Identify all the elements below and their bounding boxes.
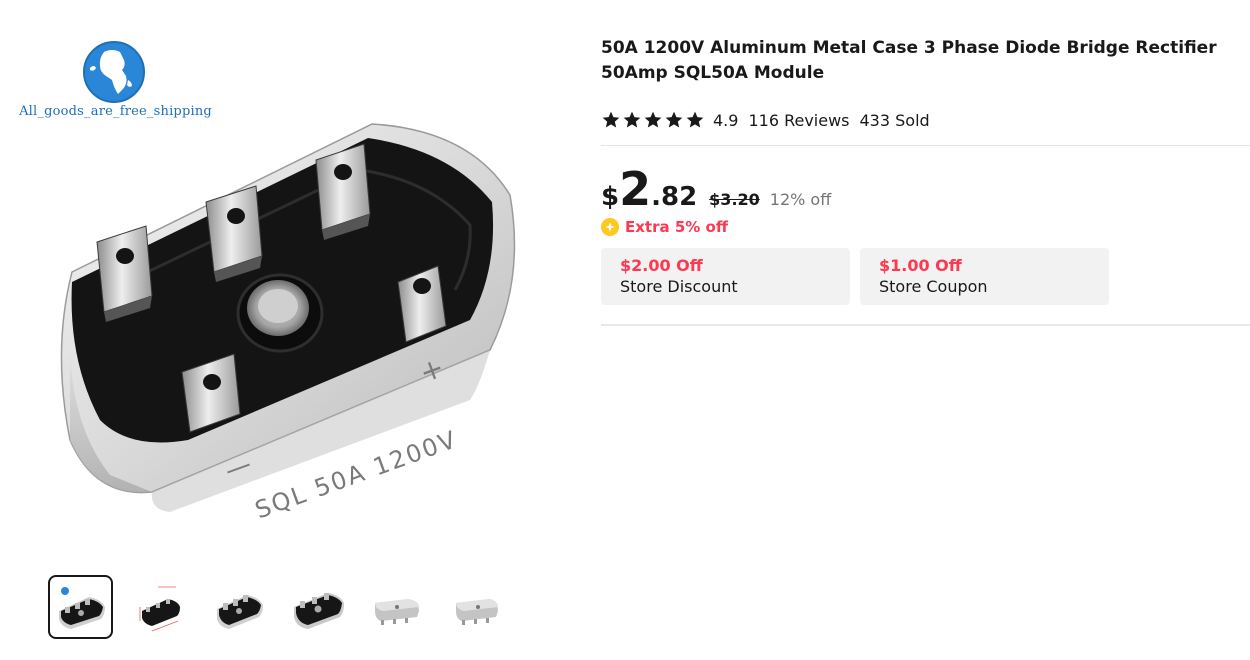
thumbnail-4[interactable] [285,575,350,639]
price-integer: 2 [619,162,652,216]
coupon-amount: $2.00 Off [620,256,703,275]
divider [601,145,1250,146]
divider [601,324,1250,326]
coupon-amount: $1.00 Off [879,256,962,275]
extra-offer: Extra 5% off [601,216,1250,238]
star-icon [665,111,683,128]
discount-percent: 12% off [769,190,832,209]
coupon-list: $2.00 Off Store Discount $1.00 Off Store… [601,248,1250,305]
star-icon [602,111,620,128]
terminal-tab [315,143,371,240]
coupon-store-discount[interactable]: $2.00 Off Store Discount [601,248,850,305]
star-icon [686,111,704,128]
thumbnail-1[interactable] [48,575,113,639]
store-logo-text: All_goods_are_free_shipping [19,104,212,119]
terminal-tab [205,185,263,282]
star-icon [623,111,641,128]
star-icon [644,111,662,128]
rating-row: 4.9 116 Reviews 433 Sold [601,108,1250,132]
product-info: 50A 1200V Aluminum Metal Case 3 Phase Di… [601,36,1250,326]
product-gallery: — SQL 50A 1200V + All_goods_are_free_shi… [0,0,560,660]
rating-value: 4.9 [713,110,739,130]
thumbnail-3[interactable] [206,575,271,639]
terminal-tab [96,225,153,322]
thumbnail-strip [48,575,508,639]
star-rating [601,110,705,130]
price-row: $ 2 .82 $3.20 12% off [601,164,1250,214]
coupon-store-coupon[interactable]: $1.00 Off Store Coupon [860,248,1109,305]
coupon-label: Store Discount [620,277,738,296]
thumbnail-2[interactable] [127,575,192,639]
price-currency: $ [601,182,620,212]
sold-count: 433 Sold [859,110,930,130]
product-title: 50A 1200V Aluminum Metal Case 3 Phase Di… [601,38,1217,83]
reviews-link[interactable]: 116 Reviews [748,111,849,130]
original-price: $3.20 [709,190,760,209]
coin-badge-icon [601,218,619,236]
globe-icon [83,41,145,103]
thumbnail-5[interactable] [364,575,429,639]
thumbnail-6[interactable] [443,575,508,639]
coupon-label: Store Coupon [879,277,988,296]
price-decimal: .82 [651,182,698,212]
store-logo: All_goods_are_free_shipping [8,38,223,128]
extra-offer-text: Extra 5% off [625,218,728,236]
